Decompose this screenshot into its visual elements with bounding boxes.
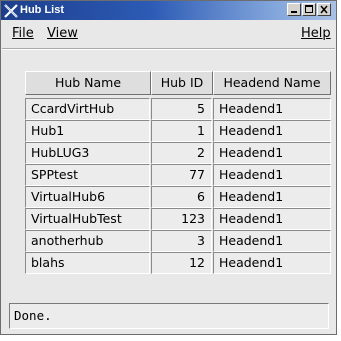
cell-headend-name: Headend1 — [213, 230, 331, 252]
table-row[interactable]: blahs 12 Headend1 — [25, 252, 331, 274]
minimize-button[interactable] — [287, 3, 301, 16]
cell-headend-name: Headend1 — [213, 208, 331, 230]
cell-headend-name: Headend1 — [213, 142, 331, 164]
column-header-hub-id[interactable]: Hub ID — [151, 71, 213, 95]
cell-hub-id: 2 — [151, 142, 212, 164]
cell-hub-name: SPPtest — [25, 164, 150, 186]
table-row[interactable]: VirtualHub6 6 Headend1 — [25, 186, 331, 208]
cell-hub-name: Hub1 — [25, 120, 150, 142]
table-row[interactable]: HubLUG3 2 Headend1 — [25, 142, 331, 164]
menu-file[interactable]: File — [12, 26, 34, 41]
maximize-button[interactable] — [302, 3, 316, 16]
menu-help-label: Help — [301, 26, 331, 41]
cell-hub-name: anotherhub — [25, 230, 150, 252]
x-app-icon — [4, 3, 18, 18]
menu-bar: File View Help — [1, 20, 336, 44]
cell-hub-name: blahs — [25, 252, 150, 274]
cell-hub-id: 3 — [151, 230, 212, 252]
menu-view[interactable]: View — [47, 26, 78, 41]
table-row[interactable]: SPPtest 77 Headend1 — [25, 164, 331, 186]
column-header-headend-name[interactable]: Headend Name — [213, 71, 331, 95]
cell-hub-name: CcardVirtHub — [25, 98, 150, 120]
cell-hub-id: 12 — [151, 252, 212, 274]
cell-headend-name: Headend1 — [213, 186, 331, 208]
cell-hub-id: 5 — [151, 98, 212, 120]
table-row[interactable]: CcardVirtHub 5 Headend1 — [25, 98, 331, 120]
close-button[interactable] — [317, 3, 331, 16]
table-row[interactable]: VirtualHubTest 123 Headend1 — [25, 208, 331, 230]
minimize-icon — [291, 11, 297, 13]
cell-headend-name: Headend1 — [213, 120, 331, 142]
cell-hub-name: HubLUG3 — [25, 142, 150, 164]
hub-list-window: Hub List File View Help Hub Name Hub ID … — [0, 0, 337, 335]
status-bar: Done. — [9, 303, 329, 329]
window-title: Hub List — [20, 4, 64, 16]
maximize-icon — [305, 5, 313, 13]
cell-hub-id: 123 — [151, 208, 212, 230]
cell-hub-id: 1 — [151, 120, 212, 142]
cell-headend-name: Headend1 — [213, 164, 331, 186]
menu-separator — [2, 48, 335, 50]
cell-hub-id: 77 — [151, 164, 212, 186]
cell-headend-name: Headend1 — [213, 252, 331, 274]
cell-headend-name: Headend1 — [213, 98, 331, 120]
cell-hub-id: 6 — [151, 186, 212, 208]
cell-hub-name: VirtualHub6 — [25, 186, 150, 208]
menu-help[interactable]: Help — [301, 26, 331, 41]
close-icon — [320, 5, 328, 14]
table-row[interactable]: Hub1 1 Headend1 — [25, 120, 331, 142]
title-bar[interactable]: Hub List — [1, 1, 336, 20]
menu-file-label: File — [12, 26, 34, 41]
menu-view-label: View — [47, 26, 78, 41]
cell-hub-name: VirtualHubTest — [25, 208, 150, 230]
column-header-hub-name[interactable]: Hub Name — [25, 71, 151, 95]
table-row[interactable]: anotherhub 3 Headend1 — [25, 230, 331, 252]
